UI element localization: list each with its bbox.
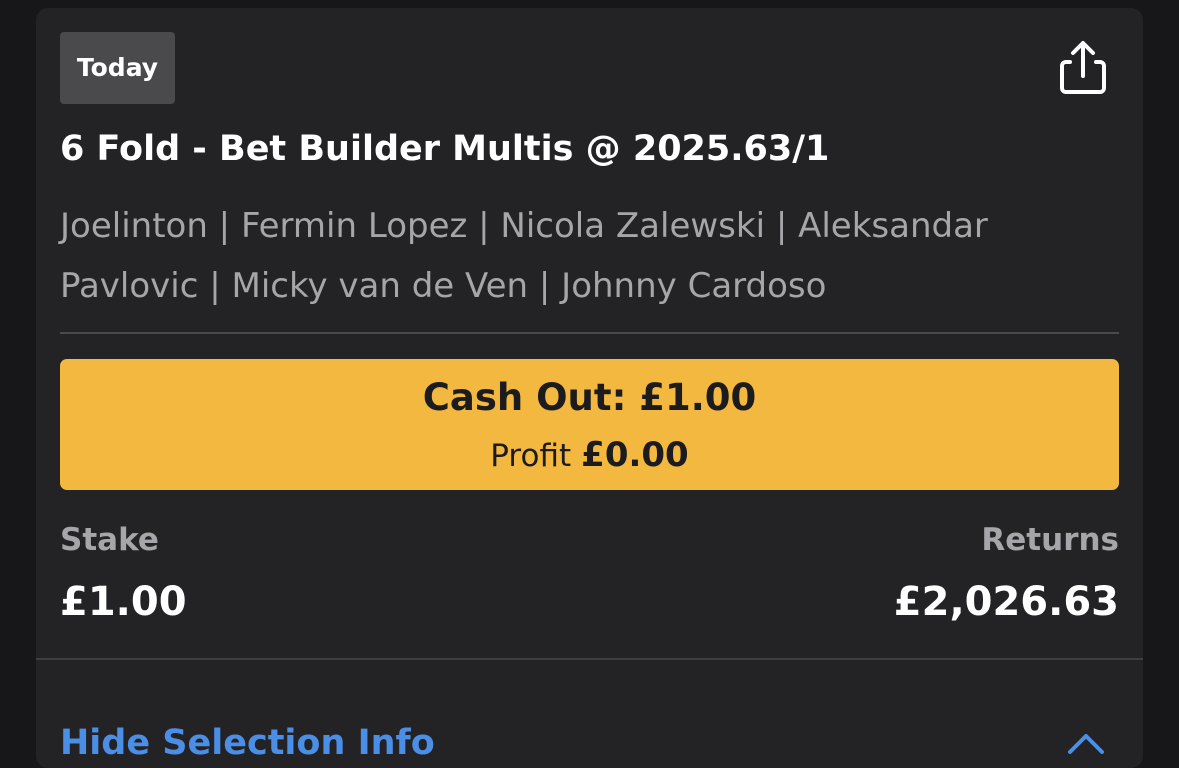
stake-value: £1.00 xyxy=(60,579,187,625)
selections-list: Joelinton | Fermin Lopez | Nicola Zalews… xyxy=(60,196,1120,316)
returns-label: Returns xyxy=(981,522,1119,558)
profit-label: Profit xyxy=(490,438,572,474)
profit-value: £0.00 xyxy=(581,435,689,475)
divider xyxy=(36,658,1143,660)
bet-card: Today 6 Fold - Bet Builder Multis @ 2025… xyxy=(36,8,1143,768)
cash-out-button[interactable]: Cash Out: £1.00 Profit £0.00 xyxy=(60,359,1119,490)
stake-label: Stake xyxy=(60,522,159,558)
bet-title: 6 Fold - Bet Builder Multis @ 2025.63/1 xyxy=(60,129,830,169)
returns-value: £2,026.63 xyxy=(893,579,1119,625)
selections-line: Pavlovic | Micky van de Ven | Johnny Car… xyxy=(60,266,827,306)
profit-row: Profit £0.00 xyxy=(60,433,1119,478)
selections-line: Joelinton | Fermin Lopez | Nicola Zalews… xyxy=(60,206,988,246)
divider xyxy=(60,332,1119,334)
hide-selection-info-link[interactable]: Hide Selection Info xyxy=(60,720,435,766)
share-icon[interactable] xyxy=(1054,38,1112,96)
today-badge: Today xyxy=(60,32,175,104)
chevron-up-icon[interactable] xyxy=(1066,726,1106,756)
cash-out-label: Cash Out: £1.00 xyxy=(422,376,757,419)
